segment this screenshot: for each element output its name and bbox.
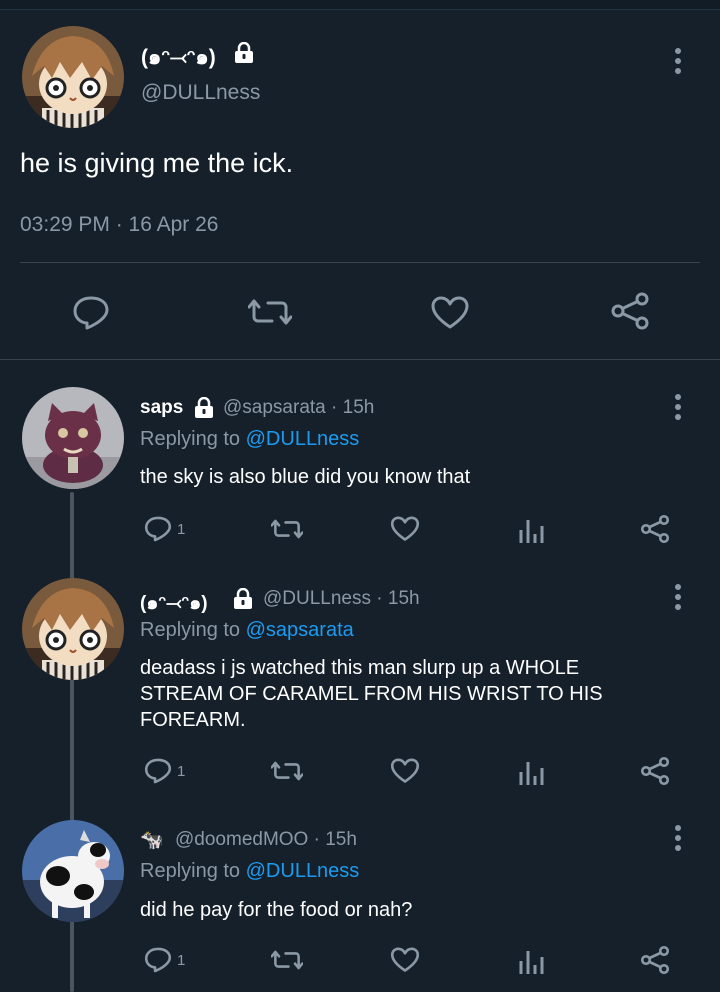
reply1-replying-to[interactable]: @DULLness xyxy=(246,428,360,450)
reply1-replying-line: Replying to @DULLness xyxy=(140,428,359,451)
main-divider-top xyxy=(20,262,700,263)
like-icon[interactable] xyxy=(430,296,470,330)
main-timestamp: 03:29 PM · 16 Apr 26 xyxy=(20,213,219,236)
reply1-meta: @sapsarata · 15h xyxy=(223,397,374,419)
reply1-time: 15h xyxy=(342,397,375,418)
reply2-handle[interactable]: @DULLness xyxy=(263,588,371,609)
reply3-sep: · xyxy=(313,829,320,850)
reply1-sep: · xyxy=(331,397,338,418)
reply-icon[interactable] xyxy=(144,515,172,543)
retweet-icon[interactable] xyxy=(271,760,303,782)
reply3-handle[interactable]: @doomedMOO xyxy=(175,829,308,850)
share-icon[interactable] xyxy=(640,756,670,786)
main-handle[interactable]: @DULLness xyxy=(141,81,260,105)
more-vertical-icon[interactable] xyxy=(670,823,686,853)
lock-icon xyxy=(233,42,255,64)
main-tweet-text: he is giving me the ick. xyxy=(20,148,294,178)
avatar-doomedmoo[interactable] xyxy=(22,820,124,922)
analytics-icon[interactable] xyxy=(518,947,544,975)
share-icon[interactable] xyxy=(610,292,650,330)
retweet-icon[interactable] xyxy=(248,297,292,327)
reply-icon[interactable] xyxy=(72,295,110,331)
reply2-text: deadass i js watched this man slurp up a… xyxy=(140,657,603,731)
reply1-handle[interactable]: @sapsarata xyxy=(223,397,326,418)
reply2-replying-prefix: Replying to xyxy=(140,619,241,641)
avatar-dullness-main[interactable] xyxy=(22,26,124,128)
reply3-text: did he pay for the food or nah? xyxy=(140,899,413,921)
reply3-time: 15h xyxy=(325,829,357,850)
reply1-display-name[interactable]: saps xyxy=(140,397,183,419)
main-display-name[interactable]: (๑ᵔ⤙ᵔ๑) xyxy=(141,41,216,74)
reply3-display-name[interactable]: 🐄 xyxy=(140,828,164,852)
share-icon[interactable] xyxy=(640,945,670,975)
reply2-time: 15h xyxy=(387,588,420,609)
reply2-display-name[interactable]: (๑ᵔ⤙ᵔ๑) xyxy=(140,588,208,618)
reply2-sep: · xyxy=(376,588,383,609)
more-vertical-icon[interactable] xyxy=(670,392,686,422)
like-icon[interactable] xyxy=(390,947,420,973)
reply1-replying-prefix: Replying to xyxy=(140,428,241,450)
reply-icon[interactable] xyxy=(144,757,172,785)
more-vertical-icon[interactable] xyxy=(670,46,686,76)
share-icon[interactable] xyxy=(640,514,670,544)
retweet-icon[interactable] xyxy=(271,949,303,971)
analytics-icon[interactable] xyxy=(518,758,544,786)
reply3-replying-prefix: Replying to xyxy=(140,860,241,882)
reply1-reply-count: 1 xyxy=(177,521,186,538)
more-vertical-icon[interactable] xyxy=(670,582,686,612)
reply2-replying-to[interactable]: @sapsarata xyxy=(246,619,354,641)
avatar-saps[interactable] xyxy=(22,387,124,489)
lock-icon xyxy=(193,397,215,419)
like-icon[interactable] xyxy=(390,758,420,784)
reply2-meta: @DULLness · 15h xyxy=(263,588,420,610)
reply3-replying-to[interactable]: @DULLness xyxy=(246,860,360,882)
retweet-icon[interactable] xyxy=(271,518,303,540)
reply2-replying-line: Replying to @sapsarata xyxy=(140,619,354,642)
reply2-reply-count: 1 xyxy=(177,763,186,780)
lock-icon xyxy=(232,588,254,610)
reply3-replying-line: Replying to @DULLness xyxy=(140,860,359,883)
analytics-icon[interactable] xyxy=(518,516,544,544)
reply3-meta: @doomedMOO · 15h xyxy=(175,829,357,851)
main-divider-bottom xyxy=(0,359,720,360)
top-bar-edge xyxy=(0,0,720,10)
reply1-text: the sky is also blue did you know that xyxy=(140,466,471,488)
like-icon[interactable] xyxy=(390,516,420,542)
reply3-reply-count: 1 xyxy=(177,952,186,969)
avatar-dullness-reply[interactable] xyxy=(22,578,124,680)
reply-icon[interactable] xyxy=(144,946,172,974)
